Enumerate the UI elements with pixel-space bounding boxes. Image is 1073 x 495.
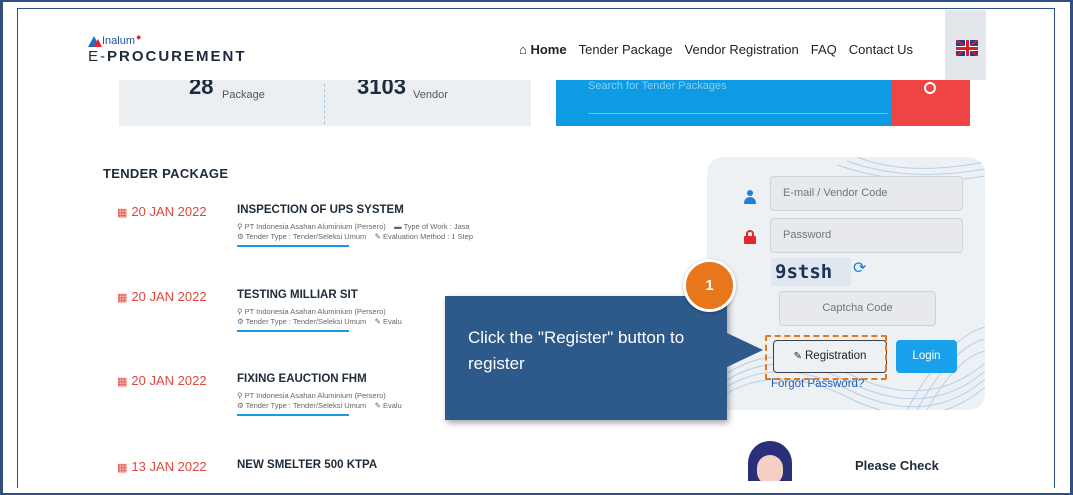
search-button[interactable] (891, 80, 970, 126)
password-field[interactable]: Password (770, 218, 963, 253)
tutorial-callout: Click the "Register" button to register (445, 296, 727, 420)
tender-underline (237, 245, 349, 247)
tender-date: 20 JAN 2022 (117, 204, 206, 219)
tender-meta: ⚙ Tender Type : Tender/Seleksi Umum ✎ Ev… (237, 401, 402, 410)
search-underline (588, 113, 888, 114)
nav-home-label: Home (530, 42, 567, 57)
tender-meta: ⚲ PT Indonesia Asahan Aluminium (Persero… (237, 222, 470, 231)
uk-flag-icon (956, 40, 978, 56)
nav-contact-us[interactable]: Contact Us (849, 42, 913, 57)
border-line (17, 8, 18, 488)
vendor-count: 3103 (357, 80, 406, 99)
main-nav: ⌂ Home Tender Package Vendor Registratio… (519, 42, 925, 57)
package-label: Package (222, 89, 265, 101)
highlight-box (765, 335, 887, 380)
nav-faq[interactable]: FAQ (811, 42, 837, 57)
language-switcher[interactable] (945, 10, 986, 80)
user-icon (744, 190, 756, 204)
email-field[interactable]: E-mail / Vendor Code (770, 176, 963, 211)
search-icon (924, 82, 936, 94)
section-title: TENDER PACKAGE (103, 166, 229, 181)
tender-underline (237, 330, 349, 332)
tender-meta: ⚲ PT Indonesia Asahan Aluminium (Persero… (237, 391, 386, 400)
tender-company: PT Indonesia Asahan Aluminium (Persero) (244, 307, 386, 316)
tender-title[interactable]: FIXING EAUCTION FHM (237, 373, 367, 385)
tender-date: 20 JAN 2022 (117, 289, 206, 304)
site-title: E-PROCUREMENT (88, 48, 247, 65)
divider (324, 84, 325, 124)
inalum-logo-icon (88, 35, 102, 47)
tender-type: Tender Type : Tender/Seleksi Umum (245, 317, 367, 326)
tender-type: Tender Type : Tender/Seleksi Umum (245, 232, 367, 241)
border-line (1054, 8, 1055, 488)
captcha-field[interactable]: Captcha Code (779, 291, 936, 326)
nav-vendor-registration[interactable]: Vendor Registration (685, 42, 799, 57)
brand-name: Inalum (102, 35, 136, 47)
avatar-face (757, 455, 783, 481)
step-badge: 1 (683, 259, 736, 312)
tender-title[interactable]: NEW SMELTER 500 KTPA (237, 459, 377, 471)
nav-home[interactable]: ⌂ Home (519, 42, 567, 57)
home-icon: ⌂ (519, 42, 531, 57)
tender-date: 13 JAN 2022 (117, 459, 206, 474)
registered-mark-icon: ● (136, 32, 142, 42)
lock-icon (744, 230, 756, 244)
tender-company: PT Indonesia Asahan Aluminium (Persero) (244, 391, 386, 400)
stats-panel: 28 Package 3103 Vendor (119, 80, 531, 126)
border-line (17, 8, 1055, 9)
site-title-prefix: E- (88, 48, 107, 65)
package-count: 28 (189, 80, 214, 99)
tender-work-type: Type of Work : Jasa (403, 222, 470, 231)
login-button[interactable]: Login (896, 340, 957, 373)
tender-company: PT Indonesia Asahan Aluminium (Persero) (244, 222, 386, 231)
tender-title[interactable]: TESTING MILLIAR SIT (237, 289, 358, 301)
vendor-label: Vendor (413, 89, 448, 101)
tender-date: 20 JAN 2022 (117, 373, 206, 388)
tender-type: Tender Type : Tender/Seleksi Umum (245, 401, 367, 410)
please-check-heading: Please Check (855, 458, 939, 473)
tender-title[interactable]: INSPECTION OF UPS SYSTEM (237, 204, 404, 216)
tender-evaluation: Evalu (383, 401, 402, 410)
search-input[interactable]: Search for Tender Packages (588, 80, 727, 92)
tender-meta: ⚙ Tender Type : Tender/Seleksi Umum ✎ Ev… (237, 232, 474, 241)
callout-text: Click the "Register" button to register (468, 328, 685, 373)
tender-evaluation: Evaluation Method : 1 Step (383, 232, 474, 241)
tender-underline (237, 414, 349, 416)
site-title-bold: PROCUREMENT (107, 48, 247, 65)
refresh-icon[interactable]: ⟳ (853, 258, 866, 278)
tender-evaluation: Evalu (383, 317, 402, 326)
tender-meta: ⚲ PT Indonesia Asahan Aluminium (Persero… (237, 307, 386, 316)
captcha-image: 9stsh (771, 258, 851, 286)
nav-tender-package[interactable]: Tender Package (579, 42, 673, 57)
site-logo[interactable]: Inalum ● E-PROCUREMENT (88, 32, 247, 65)
search-panel: Search for Tender Packages (556, 80, 970, 126)
logo-brand: Inalum ● (88, 32, 247, 47)
callout-pointer (727, 333, 763, 367)
avatar (742, 441, 798, 481)
tender-meta: ⚙ Tender Type : Tender/Seleksi Umum ✎ Ev… (237, 317, 402, 326)
